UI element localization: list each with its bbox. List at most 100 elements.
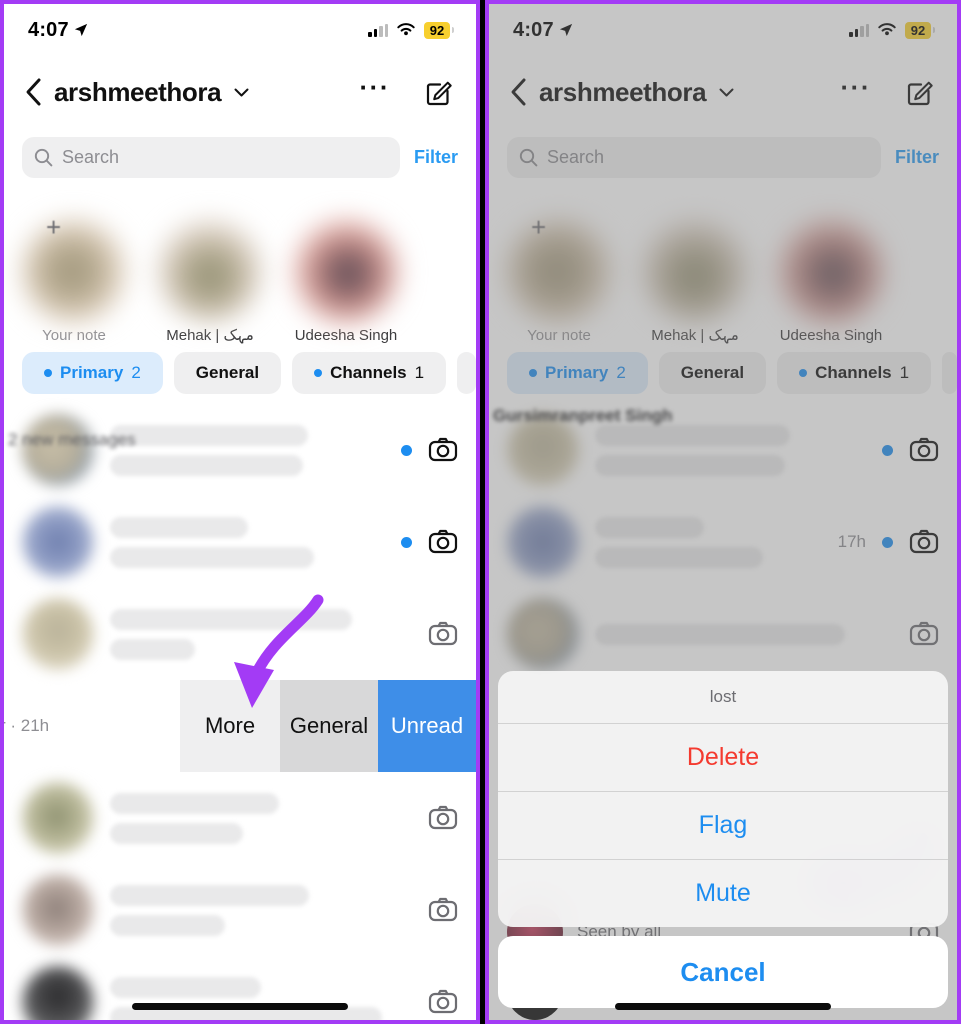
swipe-actions: More General Unread [180,680,476,772]
unread-dot-icon [882,444,893,456]
wifi-icon [397,22,415,35]
camera-icon[interactable] [428,895,458,925]
table-row[interactable] [4,956,476,1020]
tab-primary[interactable]: Primary 2 [507,352,648,394]
notes-row: + Your note Mehak | مہک Udeesha Singh [489,186,957,344]
tab-overflow-partial[interactable] [457,352,476,394]
note-label: Your note [42,327,106,344]
camera-icon[interactable] [428,619,458,649]
note-label: Udeesha Singh [779,327,883,344]
camera-icon[interactable] [909,619,939,649]
tab-count: 2 [131,363,141,382]
table-row[interactable]: Gursimranpreet Singh [489,404,957,496]
action-sheet-item-flag[interactable]: Flag [498,791,948,859]
search-icon [34,148,53,166]
tab-channels[interactable]: Channels 1 [777,352,932,394]
camera-icon[interactable] [909,435,939,465]
camera-icon[interactable] [428,803,458,833]
redacted-preview [595,546,763,568]
search-row: Search Filter [4,128,476,186]
note-item-mehak[interactable]: Mehak | مہک [633,190,757,344]
note-label: Mehak | مہک [651,327,739,344]
swipe-action-unread[interactable]: Unread [378,680,476,772]
table-row[interactable] [4,588,476,680]
swipe-action-general[interactable]: General [280,680,378,772]
ellipsis-icon[interactable]: ··· [841,74,871,102]
cellular-bars-icon [368,23,388,37]
camera-icon[interactable] [428,527,458,557]
action-sheet-item-mute[interactable]: Mute [498,859,948,927]
compose-pencil-icon[interactable] [905,77,935,107]
table-row[interactable] [4,864,476,956]
action-sheet-group: lost Delete Flag Mute [498,671,948,927]
status-time: 4:07 [513,18,554,41]
avatar [22,598,94,670]
table-row[interactable] [4,496,476,588]
filter-button[interactable]: Filter [414,147,458,168]
add-note-plus-icon[interactable]: + [46,212,61,243]
note-label: Mehak | مہک [166,327,254,344]
tab-general[interactable]: General [658,352,767,394]
camera-icon[interactable] [909,527,939,557]
search-input[interactable]: Search [507,136,881,178]
unread-dot-icon [314,369,323,377]
action-sheet-item-delete[interactable]: Delete [498,723,948,791]
compose-pencil-icon[interactable] [424,77,454,107]
redacted-name [595,516,704,538]
left-phone-screen: 4:07 92 arshmeethora ··· Search Filter +… [4,4,476,1020]
row-text [595,623,893,645]
inbox-tabs: Primary 2 General Channels 1 [4,344,476,404]
tab-label: Primary [545,363,609,382]
page-title[interactable]: arshmeethora [539,77,707,108]
page-title[interactable]: arshmeethora [54,77,222,108]
row-text [595,516,822,568]
action-sheet-title: lost [709,687,737,706]
cancel-button[interactable]: Cancel [498,936,948,1008]
row-timestamp: r · 21h [4,716,50,735]
search-row: Search Filter [489,128,957,186]
ellipsis-icon[interactable]: ··· [360,74,390,102]
nav-header: arshmeethora ··· [4,56,476,128]
tab-label: General [680,363,745,382]
note-item-udeesha[interactable]: Udeesha Singh [284,190,408,344]
redacted-name [110,884,310,906]
swipe-action-more[interactable]: More [180,680,280,772]
note-item-your-note[interactable]: + Your note [12,190,136,344]
tab-channels[interactable]: Channels 1 [292,352,447,394]
avatar [22,782,94,854]
chevron-left-icon[interactable] [22,77,44,107]
swiped-table-row[interactable]: r · 21h More General Unread [4,680,476,772]
tab-primary[interactable]: Primary 2 [22,352,163,394]
note-item-mehak[interactable]: Mehak | مہک [148,190,272,344]
camera-icon[interactable] [428,987,458,1017]
chevron-down-icon[interactable] [234,88,249,97]
tab-overflow-partial[interactable] [942,352,957,394]
right-phone-screen: 4:07 92 arshmeethora ··· Search Filter +… [489,4,957,1020]
redacted-name [595,424,791,446]
avatar [507,506,579,578]
wifi-icon [878,22,896,35]
search-placeholder: Search [547,146,605,167]
status-time-group: 4:07 [513,19,573,42]
home-indicator [615,1003,831,1010]
tab-general[interactable]: General [173,352,282,394]
table-row[interactable] [4,772,476,864]
chevron-down-icon[interactable] [719,88,734,97]
note-item-udeesha[interactable]: Udeesha Singh [769,190,893,344]
note-item-your-note[interactable]: + Your note [497,190,621,344]
table-row[interactable]: 17h [489,496,957,588]
row-text [110,608,412,660]
table-row[interactable]: 2 new messages [4,404,476,496]
note-label: Udeesha Singh [294,327,398,344]
search-input[interactable]: Search [22,136,400,178]
row-timestamp: 17h [837,532,866,551]
chevron-left-icon[interactable] [507,77,529,107]
camera-icon[interactable] [428,435,458,465]
table-row[interactable] [489,588,957,680]
battery-indicator: 92 [905,21,935,39]
status-indicators: 92 [368,21,454,39]
avatar [22,414,94,486]
cellular-bars-icon [849,23,869,37]
add-note-plus-icon[interactable]: + [531,212,546,243]
filter-button[interactable]: Filter [895,147,939,168]
